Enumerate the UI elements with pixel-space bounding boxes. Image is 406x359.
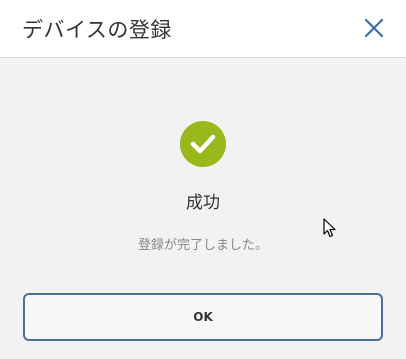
close-icon	[364, 18, 384, 38]
ok-button[interactable]: OK	[23, 293, 383, 341]
dialog-body: 成功 登録が完了しました。 OK	[0, 58, 406, 359]
status-title: 成功	[186, 193, 220, 213]
dialog-header: デバイスの登録	[0, 0, 406, 58]
close-button[interactable]	[362, 16, 386, 40]
check-circle-icon	[180, 121, 226, 167]
dialog-title: デバイスの登録	[22, 18, 172, 42]
status-message: 登録が完了しました。	[137, 238, 268, 253]
mouse-cursor-icon	[323, 218, 336, 238]
register-device-dialog: デバイスの登録 成功 登録が完了しました。 OK	[0, 0, 406, 359]
